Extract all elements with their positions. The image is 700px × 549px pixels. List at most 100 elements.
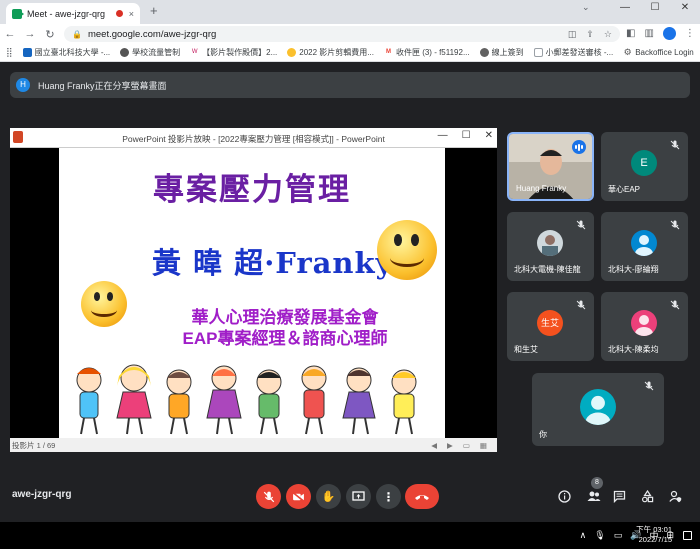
address-bar[interactable]: 🔒 meet.google.com/awe-jzgr-qrg ◫ ⇪ ☆ bbox=[64, 26, 620, 42]
camera-icon[interactable]: ◫ bbox=[568, 29, 577, 40]
prev-slide-icon: ◀ bbox=[431, 440, 438, 450]
clock-time: 下午 03:01 bbox=[636, 525, 672, 534]
share-icon[interactable]: ⇪ bbox=[586, 29, 594, 40]
participant-name: 北科大電機-陳佳龍 bbox=[514, 265, 581, 274]
meet-favicon-icon bbox=[12, 8, 24, 19]
more-vert-icon: ⋮ bbox=[382, 489, 395, 504]
participant-name: 北科大-陳柔均 bbox=[608, 345, 659, 354]
participant-photo-avatar bbox=[537, 230, 563, 256]
host-controls-icon bbox=[668, 490, 681, 502]
smiley-face-icon bbox=[377, 220, 437, 280]
children-illustration bbox=[76, 364, 417, 435]
reload-button[interactable]: ↻ bbox=[40, 28, 60, 41]
network-icon[interactable]: ▭ bbox=[614, 530, 623, 541]
bookmark-item[interactable]: 國立臺北科技大學 -... bbox=[22, 47, 110, 58]
browser-tab-meet[interactable]: Meet - awe-jzgr-qrg × bbox=[6, 3, 140, 24]
participant-avatar: 生艾 bbox=[537, 310, 563, 336]
bookmark-item[interactable]: 2022 影片剪輯費用... bbox=[287, 47, 374, 58]
bookmark-item[interactable]: 學校流量管制 bbox=[120, 47, 180, 58]
presenter-avatar: H bbox=[16, 78, 30, 92]
meet-main: H Huang Franky正在分享螢幕畫面 PowerPoint 投影片放映 … bbox=[0, 62, 700, 522]
meeting-code: awe-jzgr-qrg bbox=[12, 489, 72, 500]
child-figure bbox=[76, 367, 102, 435]
gear-icon: ⚙ bbox=[623, 47, 633, 57]
tab-close-button[interactable]: × bbox=[129, 9, 134, 19]
browser-toolbar: ← → ↻ 🔒 meet.google.com/awe-jzgr-qrg ◫ ⇪… bbox=[0, 24, 700, 44]
bookmark-favicon-icon: W bbox=[190, 48, 200, 57]
host-controls-button[interactable] bbox=[667, 488, 683, 504]
slide-counter: 投影片 1 / 69 bbox=[12, 440, 56, 450]
participant-tile[interactable]: 北科大電機-陳佳龍 bbox=[507, 212, 594, 281]
sidepanel-icon[interactable]: ▥ bbox=[644, 28, 653, 39]
doc-icon bbox=[533, 48, 543, 57]
participant-name: Huang Franky bbox=[516, 184, 567, 193]
leave-call-button[interactable] bbox=[405, 484, 439, 509]
participant-count-badge: 8 bbox=[591, 477, 603, 489]
more-options-button[interactable]: ⋮ bbox=[376, 484, 401, 509]
child-figure bbox=[166, 369, 192, 435]
minimize-button[interactable]: — bbox=[610, 0, 640, 18]
bookmark-item[interactable]: W 【影片製作殿價】2... bbox=[190, 47, 277, 58]
participant-name: 華心EAP bbox=[608, 185, 641, 194]
clock-date: 2022/7/15 bbox=[638, 535, 672, 544]
bookmark-item[interactable]: 小郵差發送審核 -... bbox=[533, 47, 613, 58]
slideshow-statusbar: 投影片 1 / 69 ◀ ▶ ▭ ▦ bbox=[10, 438, 497, 452]
lock-icon: 🔒 bbox=[72, 29, 82, 39]
profile-avatar[interactable] bbox=[662, 27, 676, 40]
menu-kebab-icon[interactable]: ⋮ bbox=[685, 28, 695, 39]
tab-search-button[interactable]: ⌄ bbox=[582, 2, 590, 13]
bookmark-item[interactable]: M 收件匣 (3) - f51192... bbox=[383, 47, 470, 58]
participant-tile-self[interactable]: 你 bbox=[532, 373, 664, 446]
participant-tile[interactable]: 生艾 和生艾 bbox=[507, 292, 594, 361]
mic-off-icon bbox=[670, 140, 680, 150]
present-now-button[interactable] bbox=[346, 484, 371, 509]
mic-off-icon bbox=[670, 220, 680, 230]
browser-tabstrip: Meet - awe-jzgr-qrg × + ⌄ — ☐ ✕ bbox=[0, 0, 700, 24]
camera-toggle-button[interactable] bbox=[286, 484, 311, 509]
slide-role: EAP專案經理＆諮商心理師 bbox=[182, 329, 388, 348]
new-tab-button[interactable]: + bbox=[150, 4, 158, 18]
back-button[interactable]: ← bbox=[0, 28, 20, 40]
extensions-icon[interactable]: ◧ bbox=[626, 28, 635, 39]
ppt-close-icon: ✕ bbox=[484, 130, 493, 141]
people-button[interactable] bbox=[586, 488, 602, 504]
microphone-icon[interactable]: 🎙 bbox=[594, 530, 605, 541]
tab-title: Meet - awe-jzgr-qrg bbox=[27, 8, 106, 19]
forward-button[interactable]: → bbox=[20, 28, 40, 40]
meeting-details-button[interactable] bbox=[556, 488, 572, 504]
participant-tile[interactable]: 北科大-廖綸翔 bbox=[601, 212, 688, 281]
child-figure bbox=[116, 364, 152, 435]
taskbar-clock[interactable]: 下午 03:01 2022/7/15 bbox=[636, 525, 672, 545]
participant-name: 你 bbox=[539, 430, 547, 439]
mic-off-icon bbox=[263, 491, 274, 502]
raise-hand-button[interactable]: ✋ bbox=[316, 484, 341, 509]
chat-button[interactable] bbox=[611, 488, 627, 504]
default-avatar-icon bbox=[580, 389, 616, 425]
chevron-up-icon[interactable]: ∧ bbox=[580, 530, 587, 541]
grid-view-icon: ▦ bbox=[479, 440, 487, 450]
participant-avatar: E bbox=[631, 150, 657, 176]
notification-icon[interactable] bbox=[683, 531, 692, 540]
maximize-button[interactable]: ☐ bbox=[640, 0, 670, 18]
bookmark-favicon-icon bbox=[287, 48, 297, 57]
child-figure bbox=[301, 365, 327, 435]
bookmark-favicon-icon bbox=[22, 48, 32, 57]
child-figure bbox=[391, 369, 417, 435]
phone-hangup-icon bbox=[415, 494, 429, 500]
bookmark-item[interactable]: 線上簽到 bbox=[479, 47, 524, 58]
bookmark-item[interactable]: ⚙ Backoffice Login bbox=[623, 48, 694, 57]
bookmark-star-icon[interactable]: ☆ bbox=[604, 29, 612, 40]
smiley-face-icon bbox=[81, 281, 127, 327]
mic-off-icon bbox=[644, 381, 654, 391]
close-window-button[interactable]: ✕ bbox=[670, 0, 700, 18]
participant-tile-huang-franky[interactable]: Huang Franky bbox=[507, 132, 594, 201]
activities-button[interactable] bbox=[639, 488, 655, 504]
bookmarks-bar: ⣿ 國立臺北科技大學 -... 學校流量管制 W 【影片製作殿價】2... 202… bbox=[0, 44, 700, 62]
mic-toggle-button[interactable] bbox=[256, 484, 281, 509]
participant-tile[interactable]: E 華心EAP bbox=[601, 132, 688, 201]
mic-off-icon bbox=[576, 300, 586, 310]
presentation-screen[interactable]: PowerPoint 投影片放映 - [2022專案壓力管理 [相容模式]] -… bbox=[10, 128, 497, 452]
participant-tile[interactable]: 北科大-陳柔均 bbox=[601, 292, 688, 361]
info-icon bbox=[557, 489, 571, 503]
apps-grid-icon[interactable]: ⣿ bbox=[6, 47, 13, 58]
